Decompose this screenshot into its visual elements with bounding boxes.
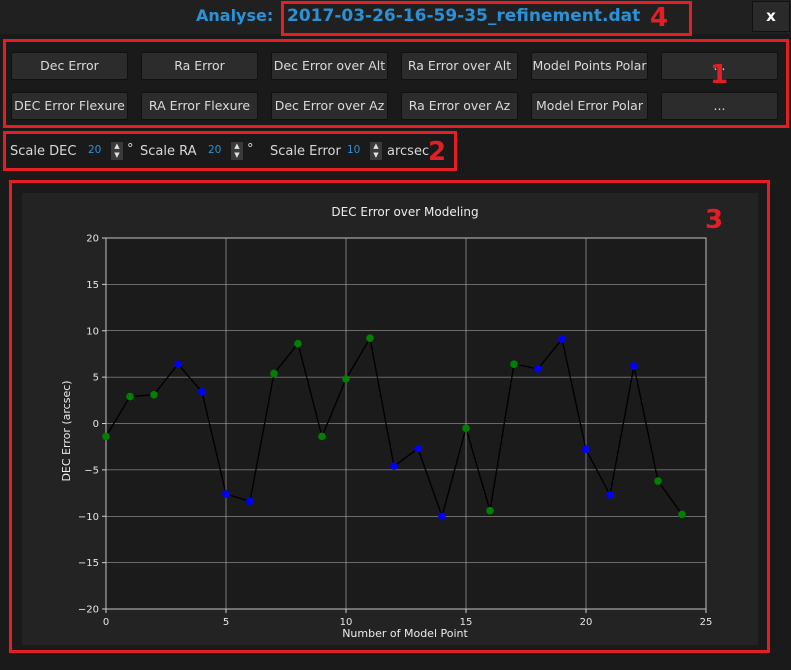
spin-up-icon[interactable]: ▲	[370, 142, 382, 151]
spin-up-icon[interactable]: ▲	[231, 142, 243, 151]
data-point	[270, 369, 278, 378]
data-point	[366, 334, 374, 342]
scale-ra-value: 20	[208, 144, 222, 156]
y-tick-label: 5	[93, 373, 99, 384]
ra-error-over-az-button[interactable]: Ra Error over Az	[401, 92, 518, 120]
data-point	[630, 362, 638, 370]
spin-down-icon[interactable]: ▼	[370, 151, 382, 160]
chart-title: DEC Error over Modeling	[331, 205, 478, 219]
spin-up-icon[interactable]: ▲	[111, 142, 123, 151]
data-point	[678, 510, 686, 519]
callout-number-3: 3	[705, 205, 724, 235]
ra-error-button[interactable]: Ra Error	[141, 52, 258, 80]
x-tick-label: 15	[460, 617, 473, 628]
x-tick-label: 5	[223, 617, 229, 628]
window-title-label: Analyse:	[196, 6, 274, 25]
data-point	[438, 512, 446, 521]
y-tick-label: 20	[86, 234, 99, 245]
model-error-polar-button[interactable]: Model Error Polar	[531, 92, 648, 120]
data-point	[510, 360, 518, 368]
data-point	[558, 335, 566, 343]
data-point	[390, 462, 398, 470]
filename-label: 2017-03-26-16-59-35_refinement.dat	[287, 6, 641, 26]
chart-xlabel: Number of Model Point	[342, 627, 468, 640]
dec-error-button[interactable]: Dec Error	[11, 52, 128, 80]
data-point	[462, 424, 470, 432]
y-tick-label: −15	[78, 558, 99, 569]
x-tick-label: 25	[700, 617, 713, 628]
data-point	[318, 432, 326, 441]
spin-down-icon[interactable]: ▼	[111, 151, 123, 160]
data-point	[606, 491, 614, 499]
data-point	[150, 390, 158, 399]
data-point	[486, 506, 494, 515]
dec-error-over-alt-button[interactable]: Dec Error over Alt	[271, 52, 388, 80]
scale-ra-unit: °	[247, 142, 254, 157]
y-tick-label: 0	[93, 419, 99, 430]
data-point	[174, 360, 182, 368]
x-tick-label: 0	[103, 617, 109, 628]
scale-ra-spinbox[interactable]: 20 ▲ ▼	[202, 141, 246, 161]
data-point	[582, 445, 590, 454]
x-tick-label: 20	[580, 617, 593, 628]
scale-error-spinbox[interactable]: 10 ▲ ▼	[341, 141, 385, 161]
close-button[interactable]: x	[752, 1, 790, 32]
chart-panel: DEC Error over Modeling Number of Model …	[22, 193, 758, 645]
dec-error-chart: DEC Error over Modeling Number of Model …	[60, 205, 713, 640]
chart-ylabel: DEC Error (arcsec)	[60, 380, 73, 481]
data-point	[246, 497, 254, 506]
ra-error-flexure-button[interactable]: RA Error Flexure	[141, 92, 258, 120]
callout-number-1: 1	[710, 60, 729, 90]
scale-error-value: 10	[347, 144, 361, 156]
y-tick-label: −10	[78, 512, 99, 523]
title-bar: Analyse: 2017-03-26-16-59-35_refinement.…	[0, 0, 791, 34]
scale-ra-label: Scale RA	[140, 144, 197, 159]
y-tick-label: −20	[78, 605, 99, 616]
scale-dec-unit: °	[127, 142, 134, 157]
data-point	[198, 388, 206, 396]
spin-down-icon[interactable]: ▼	[231, 151, 243, 160]
data-point	[342, 375, 350, 383]
y-tick-label: −5	[84, 465, 99, 476]
scale-error-label: Scale Error	[270, 144, 341, 159]
ra-error-over-alt-button[interactable]: Ra Error over Alt	[401, 52, 518, 80]
more-button-2[interactable]: ...	[661, 92, 778, 120]
data-point	[126, 392, 134, 401]
y-tick-label: 15	[86, 280, 99, 291]
data-point	[294, 339, 302, 348]
data-point	[534, 364, 542, 373]
dec-error-flexure-button[interactable]: DEC Error Flexure	[11, 92, 128, 120]
scale-dec-label: Scale DEC	[10, 144, 77, 159]
callout-number-2: 2	[428, 137, 447, 167]
dec-error-over-az-button[interactable]: Dec Error over Az	[271, 92, 388, 120]
callout-number-4: 4	[650, 3, 669, 33]
data-point	[102, 432, 110, 441]
x-tick-label: 10	[340, 617, 353, 628]
y-tick-label: 10	[86, 326, 99, 337]
data-point	[414, 444, 422, 453]
scale-dec-spinbox[interactable]: 20 ▲ ▼	[82, 141, 126, 161]
scale-dec-value: 20	[88, 144, 102, 156]
scale-error-unit: arcsec	[387, 144, 430, 159]
model-points-polar-button[interactable]: Model Points Polar	[531, 52, 648, 80]
data-point	[654, 477, 662, 485]
data-point	[222, 490, 230, 498]
